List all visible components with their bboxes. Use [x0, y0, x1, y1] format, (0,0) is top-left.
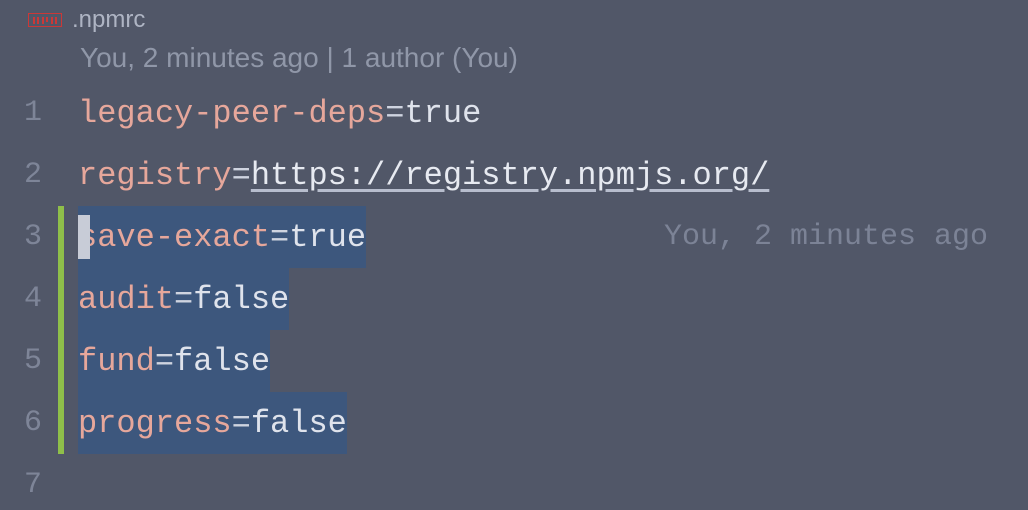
- file-tab[interactable]: .npmrc: [28, 6, 145, 34]
- code-content[interactable]: progress=false: [64, 392, 1028, 454]
- selection: save-exact=true: [78, 206, 366, 268]
- code-content[interactable]: fund=false: [64, 330, 1028, 392]
- code-content[interactable]: registry=https://registry.npmjs.org/: [64, 144, 1028, 206]
- equals-sign: =: [155, 343, 174, 380]
- config-key: fund: [78, 343, 155, 380]
- equals-sign: =: [232, 157, 251, 194]
- code-editor[interactable]: 1 legacy-peer-deps=true 2 registry=https…: [0, 82, 1028, 510]
- line-number: 1: [0, 96, 58, 130]
- code-line[interactable]: 3 save-exact=true You, 2 minutes ago: [0, 206, 1028, 268]
- line-number: 5: [0, 344, 58, 378]
- config-value: true: [404, 95, 481, 132]
- equals-sign: =: [385, 95, 404, 132]
- config-value: false: [193, 281, 289, 318]
- equals-sign: =: [232, 405, 251, 442]
- line-number: 2: [0, 158, 58, 192]
- code-line[interactable]: 7: [0, 454, 1028, 510]
- code-line[interactable]: 5 fund=false: [0, 330, 1028, 392]
- config-value: false: [174, 343, 270, 380]
- code-content[interactable]: legacy-peer-deps=true: [64, 82, 1028, 144]
- equals-sign: =: [270, 219, 289, 256]
- line-number: 7: [0, 468, 58, 502]
- inline-git-blame[interactable]: You, 2 minutes ago: [664, 220, 988, 254]
- selection: audit=false: [78, 268, 289, 330]
- line-number: 3: [0, 220, 58, 254]
- code-line[interactable]: 2 registry=https://registry.npmjs.org/: [0, 144, 1028, 206]
- code-content[interactable]: audit=false: [64, 268, 1028, 330]
- config-key: progress: [78, 405, 232, 442]
- text-cursor: [78, 215, 90, 259]
- config-value: true: [289, 219, 366, 256]
- npm-icon: [28, 12, 62, 28]
- git-codelens[interactable]: You, 2 minutes ago | 1 author (You): [0, 36, 1028, 82]
- code-line[interactable]: 6 progress=false: [0, 392, 1028, 454]
- config-key: save-exact: [78, 219, 270, 256]
- line-number: 4: [0, 282, 58, 316]
- equals-sign: =: [174, 281, 193, 318]
- config-key: legacy-peer-deps: [78, 95, 385, 132]
- tab-filename: .npmrc: [72, 6, 145, 34]
- code-content[interactable]: [64, 454, 1028, 510]
- config-value: false: [251, 405, 347, 442]
- selection: progress=false: [78, 392, 347, 454]
- code-line[interactable]: 1 legacy-peer-deps=true: [0, 82, 1028, 144]
- config-key: audit: [78, 281, 174, 318]
- config-value-url[interactable]: https://registry.npmjs.org/: [251, 157, 769, 194]
- config-key: registry: [78, 157, 232, 194]
- line-number: 6: [0, 406, 58, 440]
- code-line[interactable]: 4 audit=false: [0, 268, 1028, 330]
- selection: fund=false: [78, 330, 270, 392]
- tab-bar: .npmrc: [0, 0, 1028, 36]
- code-content[interactable]: save-exact=true You, 2 minutes ago: [64, 206, 1028, 268]
